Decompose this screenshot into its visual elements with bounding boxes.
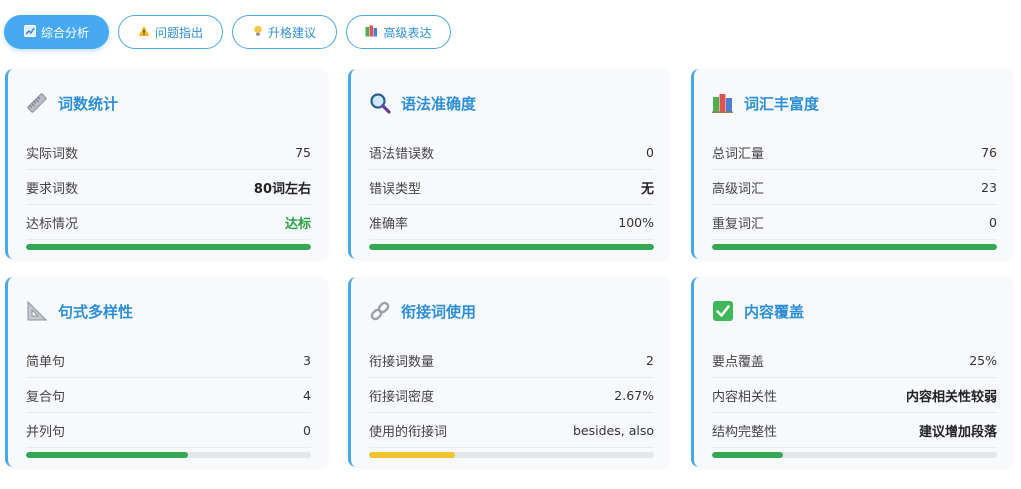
stat-label: 错误类型: [369, 181, 422, 197]
stat-value: 0: [646, 144, 654, 160]
card-title: 内容覆盖: [744, 302, 805, 321]
tab-label: 综合分析: [40, 25, 89, 40]
stat-row: 衔接词数量 2: [369, 343, 654, 378]
stat-label: 简单句: [26, 354, 66, 370]
progress-bar: [26, 244, 311, 250]
triangle-ruler-icon: [26, 300, 48, 322]
stat-label: 内容相关性: [712, 389, 778, 405]
progress-bar-fill: [369, 452, 455, 458]
progress-bar: [369, 244, 654, 250]
stat-row: 简单句 3: [26, 343, 311, 378]
stat-row: 要点覆盖 25%: [712, 343, 997, 378]
stat-label: 要点覆盖: [712, 354, 765, 370]
stat-value: 4: [303, 387, 311, 403]
stat-row: 并列句 0: [26, 413, 311, 448]
stat-row: 高级词汇 23: [712, 170, 997, 205]
stat-value: 23: [981, 179, 997, 195]
stat-row: 内容相关性 内容相关性较弱: [712, 378, 997, 413]
stat-label: 重复词汇: [712, 216, 765, 232]
card-sentence-diversity: 句式多样性 简单句 3 复合句 4 并列句 0: [5, 277, 327, 467]
warning-icon: [138, 25, 150, 40]
stat-row: 达标情况 达标: [26, 205, 311, 240]
stat-row: 实际词数 75: [26, 135, 311, 170]
card-vocabulary-richness: 词汇丰富度 总词汇量 76 高级词汇 23 重复词汇 0: [691, 69, 1013, 259]
progress-bar-fill: [369, 244, 654, 250]
analysis-tabs: 综合分析 问题指出 升格建议 高级表达: [4, 15, 451, 49]
card-word-count: 词数统计 实际词数 75 要求词数 80词左右 达标情况 达标: [5, 69, 327, 259]
stat-row: 错误类型 无: [369, 170, 654, 205]
stat-row: 准确率 100%: [369, 205, 654, 240]
progress-bar-fill: [712, 452, 784, 458]
card-title: 衔接词使用: [401, 302, 477, 321]
magnifier-icon: [369, 92, 391, 114]
stat-row: 要求词数 80词左右: [26, 170, 311, 205]
stat-label: 语法错误数: [369, 146, 435, 162]
ruler-icon: [26, 92, 48, 114]
lightbulb-icon: [253, 25, 263, 40]
stat-row: 重复词汇 0: [712, 205, 997, 240]
tab-advanced-expressions[interactable]: 高级表达: [346, 15, 451, 49]
stat-row: 总词汇量 76: [712, 135, 997, 170]
card-content-coverage: 内容覆盖 要点覆盖 25% 内容相关性 内容相关性较弱 结构完整性 建议增加段落: [691, 277, 1013, 467]
tab-upgrade-suggestions[interactable]: 升格建议: [232, 15, 337, 49]
stat-label: 并列句: [26, 424, 66, 440]
stat-value: 达标: [284, 216, 311, 232]
stat-value: 76: [981, 144, 997, 160]
stat-row: 结构完整性 建议增加段落: [712, 413, 997, 448]
stat-value: 100%: [618, 214, 654, 230]
stat-value: 建议增加段落: [918, 424, 997, 440]
stat-value: 2.67%: [614, 387, 654, 403]
card-title: 词数统计: [58, 94, 119, 113]
progress-bar-fill: [26, 244, 311, 250]
progress-bar-fill: [712, 244, 997, 250]
tab-label: 升格建议: [267, 25, 316, 40]
stat-label: 实际词数: [26, 146, 79, 162]
card-title: 语法准确度: [401, 94, 477, 113]
stat-value: 75: [295, 144, 311, 160]
stat-label: 结构完整性: [712, 424, 778, 440]
progress-bar: [369, 452, 654, 458]
stat-label: 衔接词数量: [369, 354, 435, 370]
card-title: 句式多样性: [58, 302, 134, 321]
chart-icon: [23, 24, 36, 40]
stat-value: 无: [640, 181, 654, 197]
stat-label: 准确率: [369, 216, 409, 232]
checkbox-icon: [712, 300, 734, 322]
link-icon: [369, 300, 391, 322]
stat-label: 衔接词密度: [369, 389, 435, 405]
progress-bar: [712, 452, 997, 458]
stat-value: 内容相关性较弱: [905, 389, 997, 405]
stat-row: 使用的衔接词 besides, also: [369, 413, 654, 448]
card-cohesion-words: 衔接词使用 衔接词数量 2 衔接词密度 2.67% 使用的衔接词 besides…: [348, 277, 670, 467]
stat-value: 3: [303, 352, 311, 368]
tab-comprehensive-analysis[interactable]: 综合分析: [4, 15, 109, 49]
progress-bar: [26, 452, 311, 458]
stat-row: 衔接词密度 2.67%: [369, 378, 654, 413]
tab-label: 问题指出: [154, 25, 203, 40]
tab-issues[interactable]: 问题指出: [118, 15, 223, 49]
stat-label: 总词汇量: [712, 146, 765, 162]
stat-label: 使用的衔接词: [369, 424, 448, 440]
card-grammar-accuracy: 语法准确度 语法错误数 0 错误类型 无 准确率 100%: [348, 69, 670, 259]
stat-value: 2: [646, 352, 654, 368]
stat-value: 0: [989, 214, 997, 230]
card-title: 词汇丰富度: [744, 94, 820, 113]
stat-label: 达标情况: [26, 216, 79, 232]
stat-row: 语法错误数 0: [369, 135, 654, 170]
tab-label: 高级表达: [383, 25, 432, 40]
stat-label: 要求词数: [26, 181, 79, 197]
stat-value: 80词左右: [253, 181, 311, 197]
progress-bar-fill: [26, 452, 189, 458]
stat-label: 高级词汇: [712, 181, 765, 197]
books-icon: [365, 25, 378, 40]
books-icon: [712, 92, 734, 114]
stat-row: 复合句 4: [26, 378, 311, 413]
stat-value: 0: [303, 422, 311, 438]
stat-value: 25%: [969, 352, 997, 368]
progress-bar: [712, 244, 997, 250]
stat-value: besides, also: [573, 422, 654, 438]
stat-label: 复合句: [26, 389, 66, 405]
